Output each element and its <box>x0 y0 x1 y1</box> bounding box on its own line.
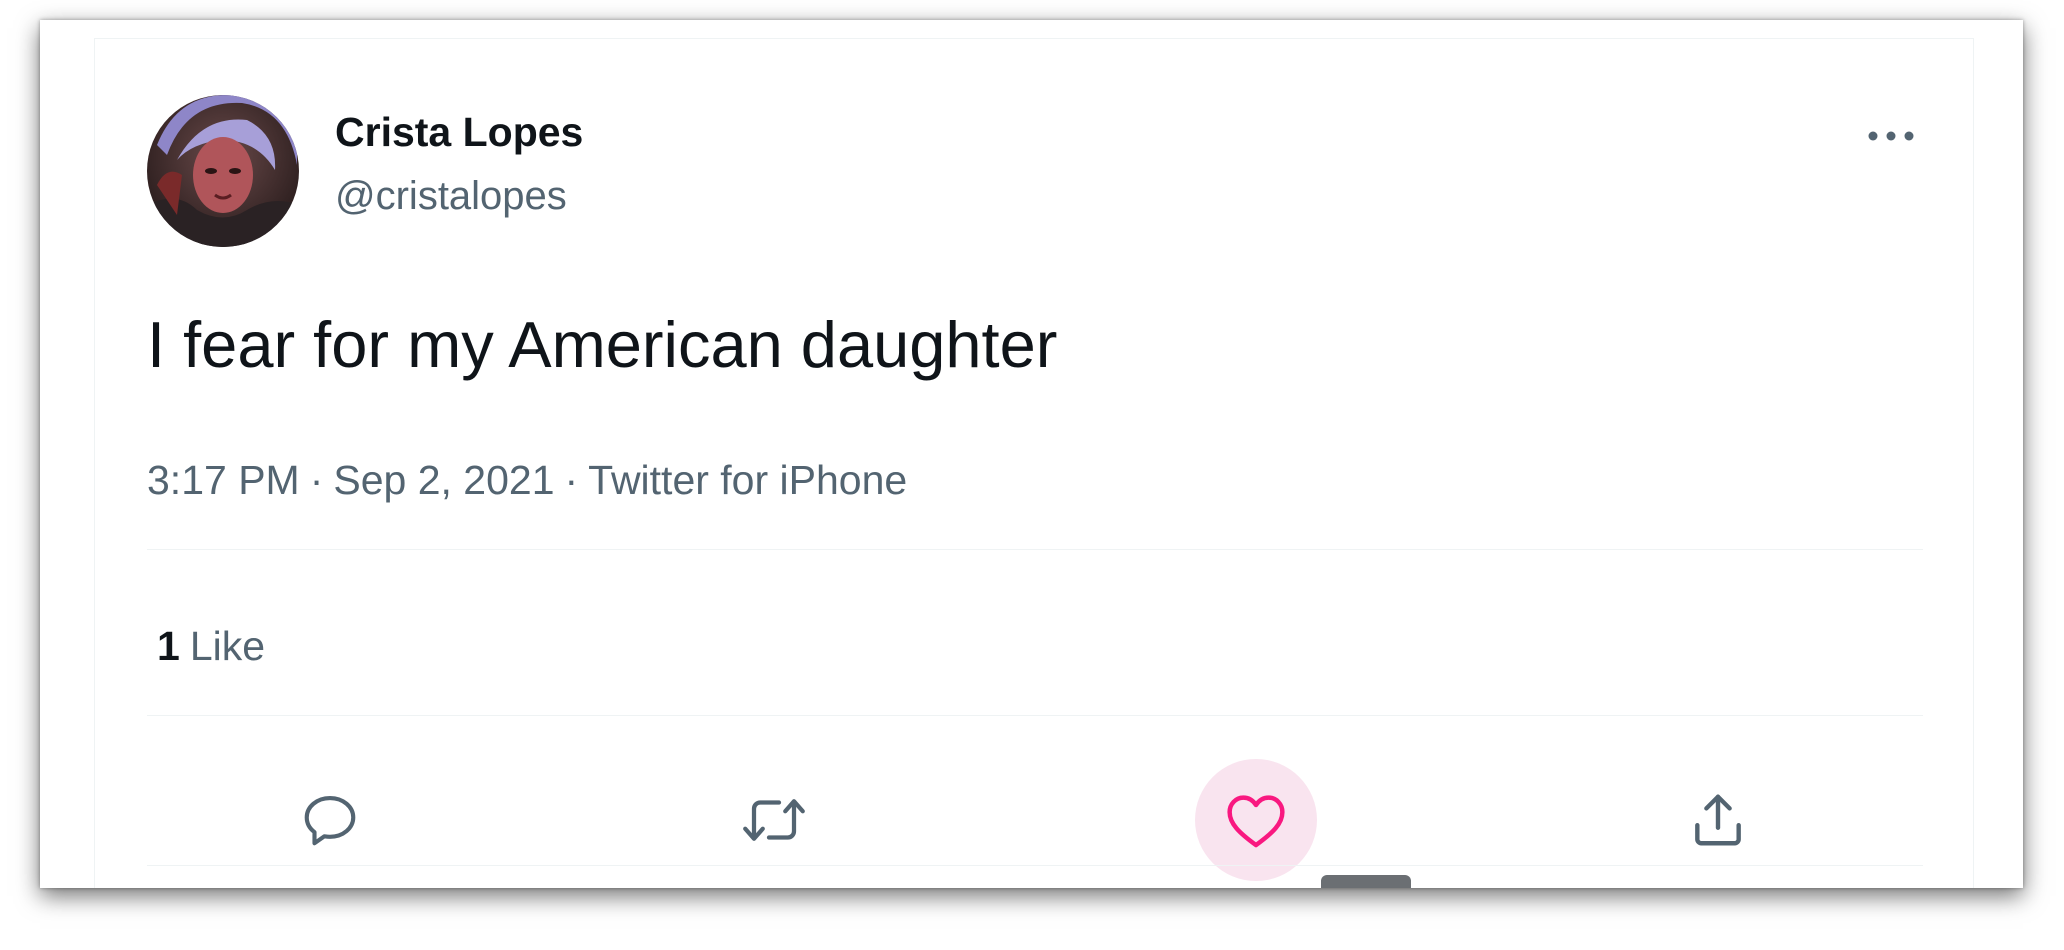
meta-separator: · <box>309 457 324 503</box>
likes-label: Like <box>189 623 266 669</box>
ellipsis-icon <box>1868 131 1914 141</box>
share-button[interactable] <box>1657 759 1779 881</box>
likes-count: 1 <box>157 623 180 669</box>
tweet-date[interactable]: Sep 2, 2021 <box>333 457 554 503</box>
divider <box>147 715 1923 716</box>
reply-button[interactable] <box>269 759 391 881</box>
divider <box>147 865 1923 866</box>
divider <box>147 549 1923 550</box>
tweet-time[interactable]: 3:17 PM <box>147 457 300 503</box>
tweet-card: Crista Lopes @cristalopes I fear for my … <box>94 38 1974 888</box>
tweet-text: I fear for my American daughter <box>147 308 1058 381</box>
more-options-button[interactable] <box>1861 111 1921 161</box>
share-upload-icon <box>1695 794 1741 846</box>
browser-window: Crista Lopes @cristalopes I fear for my … <box>40 20 2023 888</box>
tweet-metadata: 3:17 PM · Sep 2, 2021 · Twitter for iPhone <box>147 457 907 504</box>
avatar[interactable] <box>147 95 299 247</box>
like-button[interactable] <box>1195 759 1317 881</box>
display-name[interactable]: Crista Lopes <box>335 109 583 156</box>
meta-separator: · <box>564 457 579 503</box>
avatar-image <box>147 95 299 247</box>
retweet-icon <box>743 799 805 841</box>
heart-icon <box>1227 795 1285 848</box>
speech-bubble-icon <box>304 795 356 846</box>
retweet-button[interactable] <box>713 759 835 881</box>
tweet-source[interactable]: Twitter for iPhone <box>588 457 907 503</box>
user-handle[interactable]: @cristalopes <box>335 174 567 219</box>
like-tooltip: Like <box>1321 875 1411 888</box>
likes-stat[interactable]: 1 Like <box>157 623 265 670</box>
